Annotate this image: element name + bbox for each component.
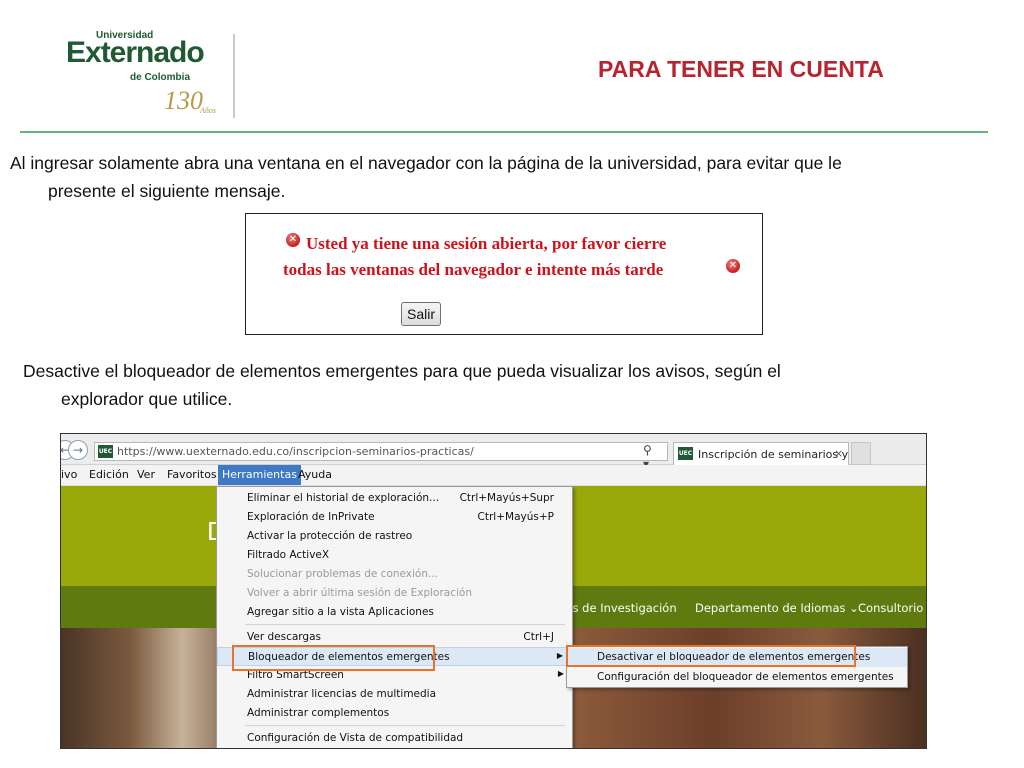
tools-item-volver-sesion: Volver a abrir última sesión de Explorac… <box>247 587 472 599</box>
paragraph-2-line-1: Desactive el bloqueador de elementos eme… <box>23 361 781 381</box>
browser-menubar: ivo Edición Ver Favoritos Herramientas A… <box>61 465 926 486</box>
new-tab-button[interactable] <box>851 442 871 465</box>
close-tab-icon[interactable]: × <box>834 447 843 460</box>
logo-de-colombia: de Colombia <box>130 72 191 83</box>
header-rule <box>20 131 988 133</box>
warning-line-1: Usted ya tiene una sesión abierta, por f… <box>306 234 667 253</box>
warning-line-2: todas las ventanas del navegador e inten… <box>283 260 664 279</box>
menu-ayuda[interactable]: Ayuda <box>298 468 332 481</box>
externado-logo: Universidad Externado de Colombia 130 Añ… <box>66 28 236 120</box>
error-icon: ✕ <box>726 259 740 273</box>
submenu-arrow-icon: ▶ <box>556 651 563 660</box>
tools-item-administrar-complementos[interactable]: Administrar complementos <box>217 704 572 723</box>
salir-button[interactable]: Salir <box>401 302 441 326</box>
configuracion-bloqueador-item[interactable]: Configuración del bloqueador de elemento… <box>567 668 907 687</box>
tools-item-vista-compatibilidad[interactable]: Configuración de Vista de compatibilidad <box>217 729 572 748</box>
session-warning-dialog: ✕ Usted ya tiene una sesión abierta, por… <box>245 213 763 335</box>
highlight-desactivar <box>566 645 856 667</box>
menu-edicion[interactable]: Edición <box>89 468 129 481</box>
browser-address-row: ← → UEC https://www.uexternado.edu.co/in… <box>61 434 926 499</box>
tools-item-proteccion-rastreo[interactable]: Activar la protección de rastreo <box>217 527 572 546</box>
menu-favoritos[interactable]: Favoritos <box>167 468 217 481</box>
menu-separator <box>245 725 565 726</box>
site-nav-investigacion[interactable]: ros de Investigación <box>561 601 677 615</box>
tools-item-licencias-multimedia[interactable]: Administrar licencias de multimedia <box>217 685 572 704</box>
page-title: PARA TENER EN CUENTA <box>598 56 884 82</box>
tools-item-solucionar-conexion: Solucionar problemas de conexión... <box>247 568 439 580</box>
logo-anniversary: 130 <box>164 86 203 115</box>
tools-item-eliminar-historial[interactable]: Eliminar el historial de exploración... C… <box>217 489 572 508</box>
paragraph-1-line-2: presente el siguiente mensaje. <box>48 181 286 201</box>
tab-favicon-icon: UEC <box>678 447 693 460</box>
submenu-arrow-icon: ▶ <box>557 669 564 678</box>
logo-externado: Externado <box>66 36 205 69</box>
highlight-bloqueador <box>232 645 435 671</box>
browser-screenshot: ← → UEC https://www.uexternado.edu.co/in… <box>60 433 927 749</box>
paragraph-1-line-1: Al ingresar solamente abra una ventana e… <box>10 153 842 173</box>
tools-dropdown-menu: Eliminar el historial de exploración... C… <box>216 486 573 748</box>
logo-anos: Años <box>200 106 216 115</box>
paragraph-2-line-2: explorador que utilice. <box>61 389 233 409</box>
menu-separator <box>245 624 565 625</box>
menu-ver[interactable]: Ver <box>137 468 155 481</box>
tools-item-agregar-sitio[interactable]: Agregar sitio a la vista Aplicaciones <box>217 603 572 622</box>
menu-herramientas[interactable]: Herramientas <box>218 465 301 485</box>
menu-archivo[interactable]: ivo <box>61 468 77 481</box>
error-icon: ✕ <box>286 233 300 247</box>
instruction-paragraph-1: Al ingresar solamente abra una ventana e… <box>10 149 1010 205</box>
site-nav-idiomas[interactable]: Departamento de Idiomas ⌄ <box>695 601 859 615</box>
url-text[interactable]: https://www.uexternado.edu.co/inscripcio… <box>117 445 474 458</box>
browser-tab[interactable]: UEC Inscripción de seminarios y ... × <box>673 442 862 465</box>
tools-item-filtrado-activex[interactable]: Filtrado ActiveX <box>217 546 572 565</box>
logo-divider <box>233 34 235 118</box>
site-favicon-icon: UEC <box>98 445 113 458</box>
tools-item-inprivate[interactable]: Exploración de InPrivate Ctrl+Mayús+P <box>217 508 572 527</box>
forward-icon[interactable]: → <box>68 440 88 460</box>
site-nav-consultorio[interactable]: Consultorio <box>858 601 923 615</box>
instruction-paragraph-2: Desactive el bloqueador de elementos eme… <box>23 357 1013 413</box>
address-bar[interactable]: UEC https://www.uexternado.edu.co/inscri… <box>94 442 668 499</box>
